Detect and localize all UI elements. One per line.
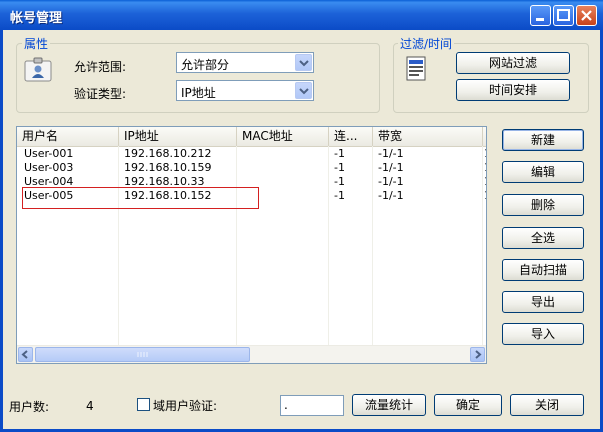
domain-input-value: . <box>284 398 288 412</box>
cell-connections: -1 <box>334 189 345 202</box>
cell-mac <box>237 147 329 161</box>
domain-verify-checkbox[interactable] <box>137 398 150 411</box>
close-window-button[interactable] <box>576 5 597 26</box>
site-filter-button[interactable]: 网站过滤 <box>456 52 570 74</box>
filter-group-title: 过滤/时间 <box>398 35 455 52</box>
minimize-button[interactable] <box>530 5 551 26</box>
cell-bandwidth: -1/-1 <box>378 147 404 160</box>
cell-bandwidth: -1/-1 <box>378 161 404 174</box>
select-all-button[interactable]: 全选 <box>502 227 584 249</box>
traffic-stats-button[interactable]: 流量统计 <box>352 394 426 416</box>
cell-username: User-001 <box>24 147 74 160</box>
domain-verify-label: 域用户验证: <box>153 399 218 413</box>
maximize-button[interactable] <box>553 5 574 26</box>
column-header[interactable]: IP地址 <box>119 127 237 146</box>
verify-type-label: 验证类型: <box>74 87 127 101</box>
close-button[interactable]: 关闭 <box>510 394 584 416</box>
import-button[interactable]: 导入 <box>502 323 584 345</box>
grip-icon <box>137 352 148 357</box>
ok-button[interactable]: 确定 <box>434 394 502 416</box>
highlight-box <box>22 187 259 209</box>
cell-connections: -1 <box>334 147 345 160</box>
verify-type-select[interactable]: IP地址 <box>176 80 314 101</box>
window-title: 帐号管理 <box>10 11 63 26</box>
column-header[interactable]: 3 <box>483 127 486 146</box>
cell-ip: 192.168.10.212 <box>124 147 212 160</box>
cell-connections: -1 <box>334 175 345 188</box>
cell-bandwidth: -1/-1 <box>378 175 404 188</box>
verify-type-value: IP地址 <box>181 86 216 100</box>
close-icon <box>581 10 592 21</box>
cell-mac <box>237 161 329 175</box>
cell-username: User-003 <box>24 161 74 174</box>
horizontal-scrollbar[interactable] <box>17 345 486 363</box>
cell-extra: 1 <box>479 189 486 203</box>
minimize-icon <box>536 18 544 21</box>
auto-scan-button[interactable]: 自动扫描 <box>502 259 584 281</box>
attributes-group-title: 属性 <box>22 35 51 52</box>
scroll-left-button[interactable] <box>18 347 33 362</box>
dropdown-arrow-button[interactable] <box>295 54 312 71</box>
document-icon <box>405 56 427 82</box>
column-header[interactable]: 连... <box>329 127 373 146</box>
allow-range-select[interactable]: 允许部分 <box>176 52 314 73</box>
id-card-icon <box>24 57 52 83</box>
delete-button[interactable]: 删除 <box>502 194 584 216</box>
maximize-icon <box>557 9 570 21</box>
column-header[interactable]: 带宽 <box>373 127 483 146</box>
table-row[interactable]: User-003 192.168.10.159 -1 -1/-1 1 <box>17 161 486 175</box>
dropdown-arrow-button[interactable] <box>295 82 312 99</box>
allow-range-label: 允许范围: <box>74 60 127 74</box>
column-header[interactable]: 用户名 <box>17 127 119 146</box>
cell-ip: 192.168.10.159 <box>124 161 212 174</box>
list-header: 用户名 IP地址 MAC地址 连... 带宽 3 <box>17 127 486 147</box>
table-row[interactable]: User-001 192.168.10.212 -1 -1/-1 1 <box>17 147 486 161</box>
chevron-down-icon <box>299 88 309 95</box>
user-list[interactable]: 用户名 IP地址 MAC地址 连... 带宽 3 User-001 192.16… <box>16 126 487 364</box>
user-count-label: 用户数: <box>9 400 50 414</box>
new-button[interactable]: 新建 <box>502 129 584 151</box>
time-schedule-button[interactable]: 时间安排 <box>456 79 570 101</box>
cell-connections: -1 <box>334 161 345 174</box>
column-header[interactable]: MAC地址 <box>237 127 329 146</box>
title-bar: 帐号管理 <box>0 0 603 30</box>
chevron-left-icon <box>21 350 28 359</box>
cell-extra: 1 <box>479 175 486 189</box>
cell-extra: 1 <box>479 161 486 175</box>
chevron-right-icon <box>475 350 482 359</box>
scroll-right-button[interactable] <box>470 347 485 362</box>
user-count-value: 4 <box>86 399 94 413</box>
cell-bandwidth: -1/-1 <box>378 189 404 202</box>
domain-input[interactable]: . <box>280 395 344 416</box>
allow-range-value: 允许部分 <box>181 58 230 72</box>
scroll-thumb[interactable] <box>35 347 250 362</box>
export-button[interactable]: 导出 <box>502 291 584 313</box>
edit-button[interactable]: 编辑 <box>502 161 584 183</box>
cell-extra: 1 <box>479 147 486 161</box>
chevron-down-icon <box>299 60 309 67</box>
